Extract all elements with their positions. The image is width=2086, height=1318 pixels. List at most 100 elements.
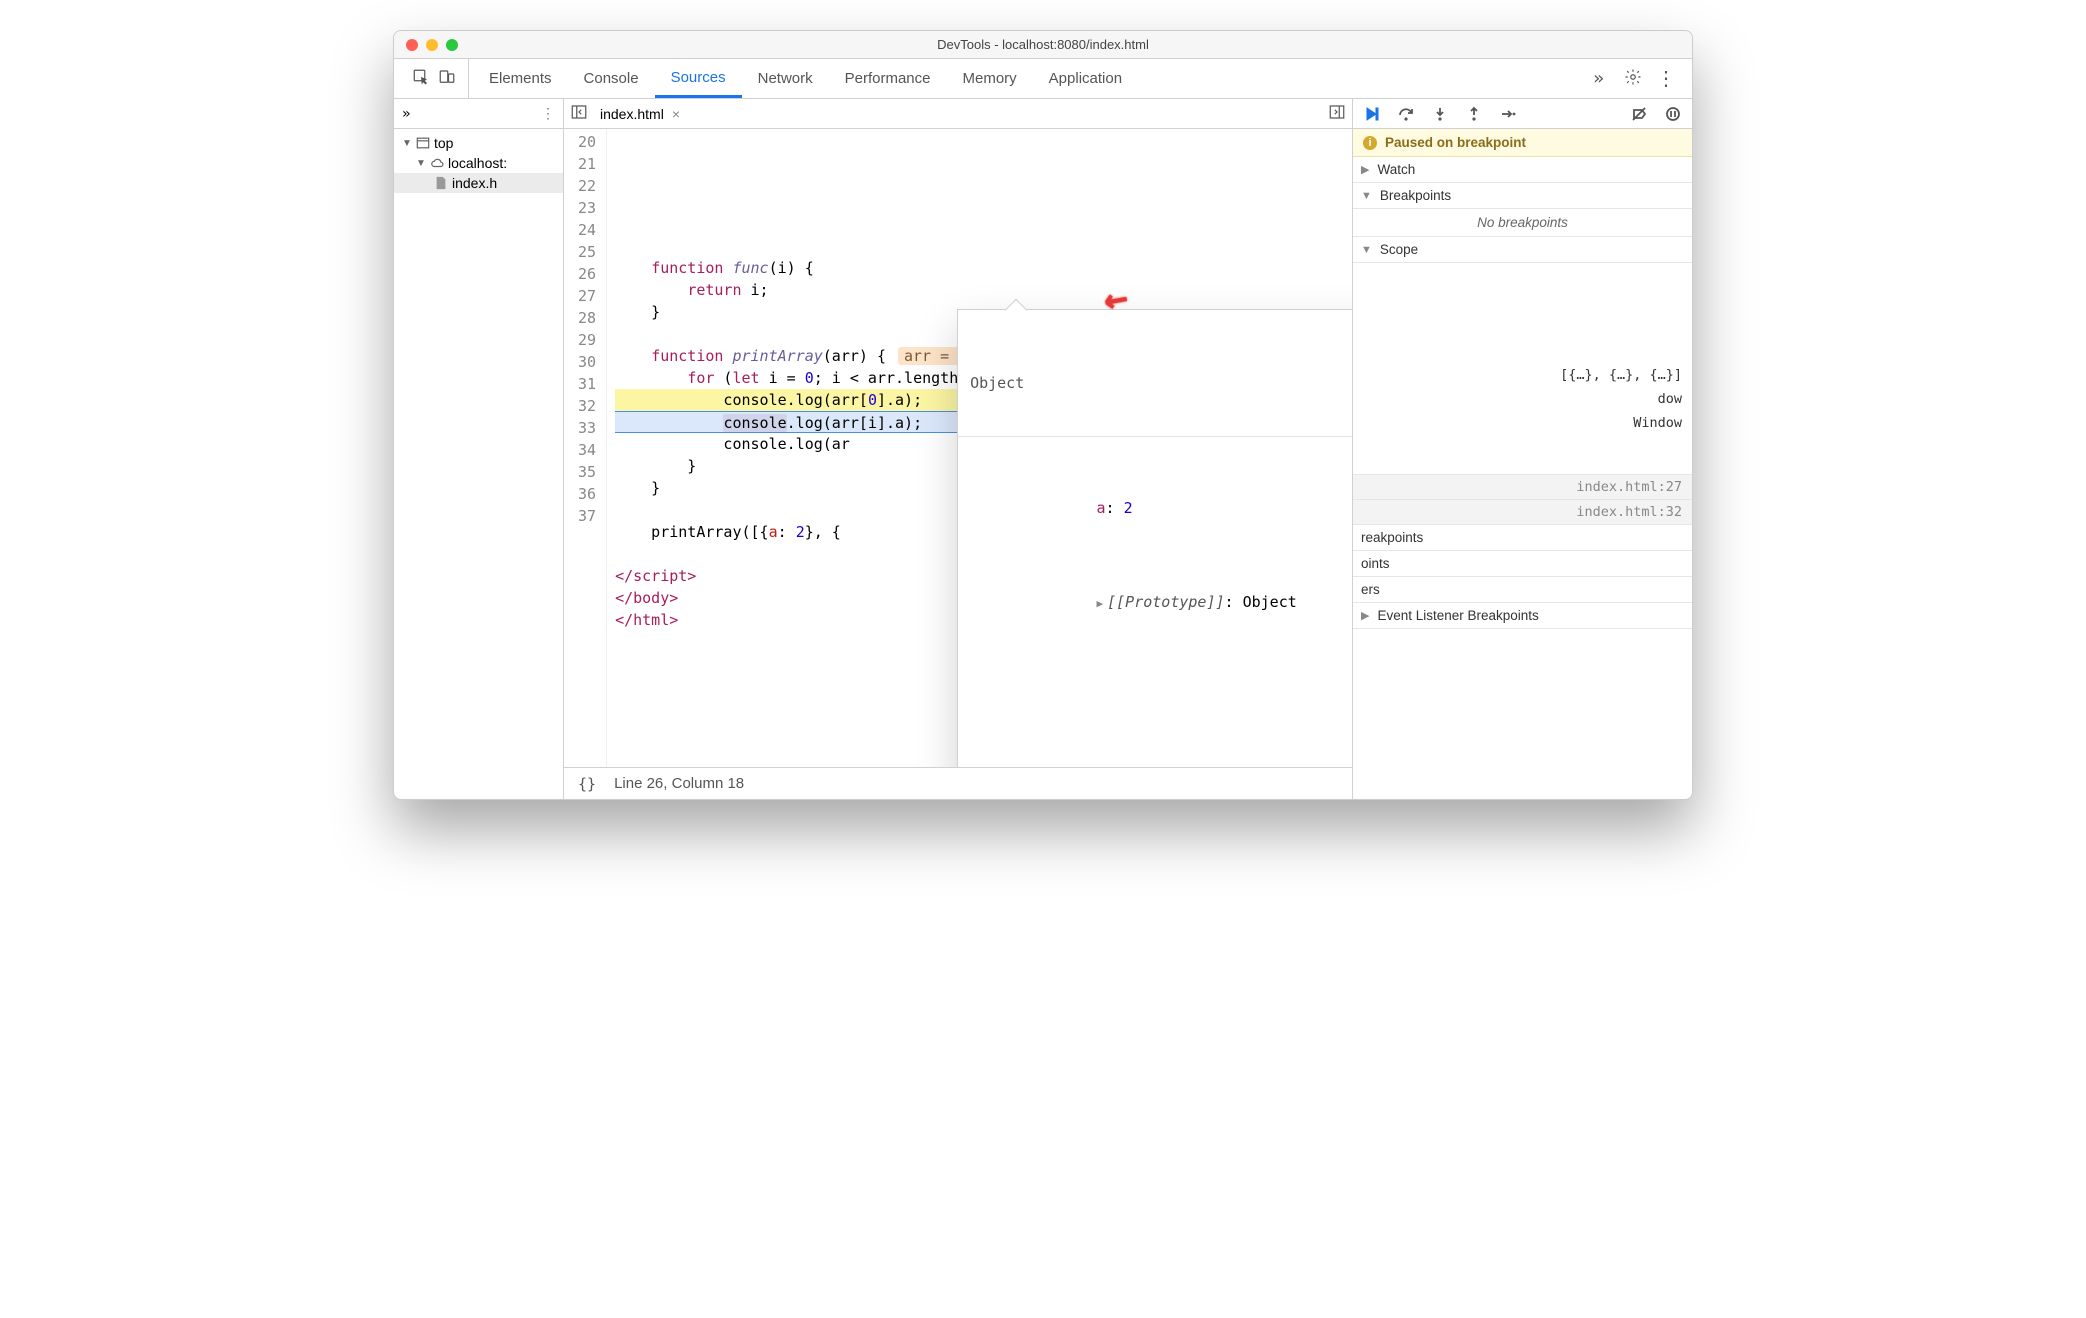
scope-section-header[interactable]: ▼ Scope [1353, 237, 1692, 263]
debugger-section-partial[interactable]: oints [1353, 551, 1692, 577]
code-line[interactable]: function func(i) { [615, 257, 1352, 279]
caret-right-icon: ▶ [1361, 609, 1369, 622]
section-label: Scope [1380, 242, 1418, 257]
tree-label: localhost: [448, 155, 507, 171]
close-tab-icon[interactable]: × [672, 106, 680, 122]
line-number[interactable]: 31 [578, 373, 596, 395]
editor-tab-label: index.html [600, 106, 664, 122]
tree-label: top [434, 135, 453, 151]
line-number[interactable]: 28 [578, 307, 596, 329]
line-number[interactable]: 37 [578, 505, 596, 527]
debugger-section-partial[interactable]: reakpoints [1353, 525, 1692, 551]
section-label: Breakpoints [1380, 188, 1451, 203]
scope-value-row[interactable]: Window [1353, 411, 1692, 435]
step-into-icon[interactable] [1431, 105, 1449, 123]
settings-gear-icon[interactable] [1624, 68, 1642, 89]
caret-down-icon: ▼ [402, 138, 412, 149]
deactivate-breakpoints-icon[interactable] [1630, 105, 1648, 123]
editor-status-bar: {} Line 26, Column 18 [564, 767, 1352, 799]
tree-row-file[interactable]: index.h [394, 173, 563, 193]
panel-tab-network[interactable]: Network [742, 59, 829, 98]
debugger-toolbar [1353, 99, 1692, 129]
more-options-kebab-icon[interactable]: ⋮ [1656, 73, 1676, 85]
breakpoints-empty: No breakpoints [1353, 209, 1692, 237]
panel-tab-memory[interactable]: Memory [947, 59, 1033, 98]
panel-tab-console[interactable]: Console [568, 59, 655, 98]
debugger-section-partial[interactable]: ers [1353, 577, 1692, 603]
line-number[interactable]: 21 [578, 153, 596, 175]
navigator-menu-kebab-icon[interactable]: ⋮ [541, 105, 555, 122]
code-line[interactable]: return i; [615, 279, 1352, 301]
breakpoints-section-header[interactable]: ▼ Breakpoints [1353, 183, 1692, 209]
caret-down-icon: ▼ [416, 158, 426, 169]
panel-tab-application[interactable]: Application [1033, 59, 1138, 98]
caret-right-icon: ▶ [1361, 163, 1369, 176]
callstack-frame[interactable]: index.html:27 [1353, 475, 1692, 500]
debugger-panel: i Paused on breakpoint ▶ Watch ▼ Breakpo… [1352, 99, 1692, 799]
panel-tab-performance[interactable]: Performance [829, 59, 947, 98]
watch-section-header[interactable]: ▶ Watch [1353, 157, 1692, 183]
panel-body: » ⋮ ▼ top ▼ localhost: index.h [394, 99, 1692, 799]
tabs-overflow-button[interactable]: » [1583, 68, 1614, 89]
line-number[interactable]: 20 [578, 131, 596, 153]
toggle-debugger-icon[interactable] [1328, 103, 1346, 124]
file-icon [434, 176, 448, 190]
resume-script-icon[interactable] [1363, 105, 1381, 123]
line-number[interactable]: 34 [578, 439, 596, 461]
minimize-window-button[interactable] [426, 39, 438, 51]
code-content[interactable]: Object a: 2 ▶[[Prototype]]: Object ↙ fun… [607, 129, 1352, 767]
device-toolbar-icon[interactable] [438, 68, 456, 89]
close-window-button[interactable] [406, 39, 418, 51]
caret-down-icon: ▼ [1361, 244, 1372, 256]
line-number[interactable]: 26 [578, 263, 596, 285]
navigator-overflow-button[interactable]: » [402, 106, 410, 122]
section-label: Watch [1377, 162, 1415, 177]
caret-down-icon: ▼ [1361, 190, 1372, 202]
editor-tab[interactable]: index.html × [596, 106, 684, 122]
debugger-content-obscured: [{…}, {…}, {…}] dow Window index.html:27… [1353, 263, 1692, 629]
cloud-icon [430, 156, 444, 170]
toggle-navigator-icon[interactable] [570, 103, 588, 124]
titlebar: DevTools - localhost:8080/index.html [394, 31, 1692, 59]
pause-banner: i Paused on breakpoint [1353, 129, 1692, 157]
line-gutter: 202122232425262728293031323334353637 [564, 129, 607, 767]
step-out-icon[interactable] [1465, 105, 1483, 123]
line-number[interactable]: 22 [578, 175, 596, 197]
pause-on-exceptions-icon[interactable] [1664, 105, 1682, 123]
zoom-window-button[interactable] [446, 39, 458, 51]
line-number[interactable]: 27 [578, 285, 596, 307]
window-controls [394, 39, 458, 51]
panel-tab-sources[interactable]: Sources [655, 59, 742, 98]
info-icon: i [1363, 136, 1377, 150]
popup-divider [958, 436, 1352, 437]
window-frame-icon [416, 136, 430, 150]
line-number[interactable]: 32 [578, 395, 596, 417]
pretty-print-icon[interactable]: {} [578, 775, 596, 793]
tree-row-top[interactable]: ▼ top [394, 133, 563, 153]
step-icon[interactable] [1499, 105, 1517, 123]
callstack-frame[interactable]: index.html:32 [1353, 500, 1692, 525]
line-number[interactable]: 29 [578, 329, 596, 351]
inspect-element-icon[interactable] [412, 68, 430, 89]
navigator-panel: » ⋮ ▼ top ▼ localhost: index.h [394, 99, 564, 799]
popup-prototype-row[interactable]: ▶[[Prototype]]: Object [970, 573, 1352, 631]
line-number[interactable]: 23 [578, 197, 596, 219]
panel-tab-elements[interactable]: Elements [473, 59, 568, 98]
editor-tab-bar: index.html × [564, 99, 1352, 129]
scope-value-row[interactable]: [{…}, {…}, {…}] [1353, 363, 1692, 387]
caret-right-icon[interactable]: ▶ [1097, 597, 1104, 610]
line-number[interactable]: 24 [578, 219, 596, 241]
tree-row-origin[interactable]: ▼ localhost: [394, 153, 563, 173]
popup-property-row[interactable]: a: 2 [970, 479, 1352, 537]
event-listener-breakpoints-header[interactable]: ▶Event Listener Breakpoints [1353, 603, 1692, 629]
pause-banner-text: Paused on breakpoint [1385, 135, 1526, 150]
line-number[interactable]: 25 [578, 241, 596, 263]
tree-label: index.h [452, 175, 497, 191]
line-number[interactable]: 36 [578, 483, 596, 505]
line-number[interactable]: 33 [578, 417, 596, 439]
scope-value-row[interactable]: dow [1353, 387, 1692, 411]
code-editor[interactable]: 202122232425262728293031323334353637 Obj… [564, 129, 1352, 767]
line-number[interactable]: 30 [578, 351, 596, 373]
step-over-icon[interactable] [1397, 105, 1415, 123]
line-number[interactable]: 35 [578, 461, 596, 483]
